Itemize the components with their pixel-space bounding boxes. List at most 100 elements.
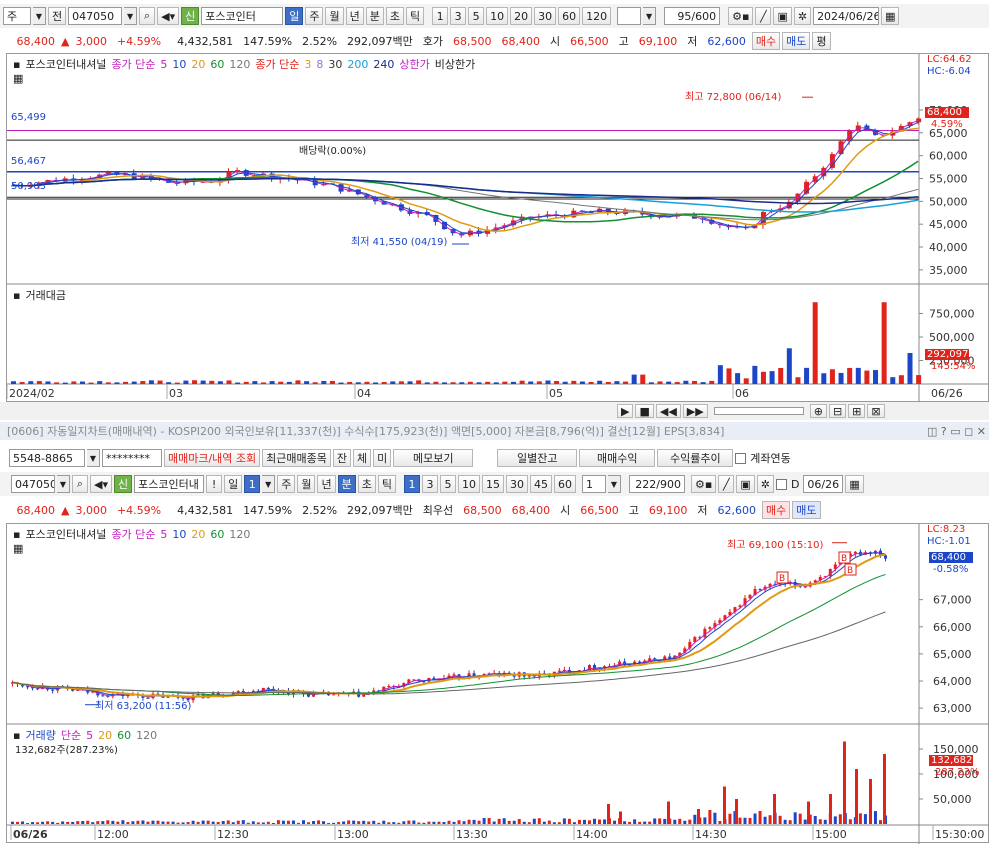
- legend-ma-title[interactable]: 종가 단순: [111, 526, 155, 542]
- legend-stock-name[interactable]: 포스코인터내셔널: [25, 526, 106, 542]
- password-input[interactable]: ********: [102, 449, 162, 467]
- interval-3[interactable]: 3: [421, 475, 438, 493]
- chart-tools-icon[interactable]: ⚙▪: [728, 7, 754, 25]
- stop-icon[interactable]: ■: [635, 404, 654, 418]
- interval-60[interactable]: 60: [558, 7, 581, 25]
- rewind-icon[interactable]: ◀◀: [655, 404, 681, 418]
- balance-button[interactable]: 잔: [332, 449, 352, 467]
- count-input[interactable]: 95/600: [664, 7, 721, 25]
- filled-button[interactable]: 체: [353, 449, 372, 467]
- forward-icon[interactable]: ▶▶: [682, 404, 708, 418]
- chevron-down-icon[interactable]: ▼: [33, 7, 46, 25]
- interval-15[interactable]: 15: [481, 475, 504, 493]
- search-icon[interactable]: ⌕: [139, 7, 156, 25]
- grid-toggle-icon[interactable]: ▦: [13, 72, 23, 85]
- trade-mark-query-button[interactable]: 매매마크/내역 조회: [164, 449, 261, 467]
- legend-ma2-240[interactable]: 240: [373, 58, 394, 71]
- volume-ma-5[interactable]: 5: [86, 729, 93, 742]
- chevron-down-icon[interactable]: ▼: [124, 7, 138, 25]
- gear-icon[interactable]: ✲: [793, 7, 812, 25]
- period-second[interactable]: 초: [385, 7, 404, 25]
- zoom-slider[interactable]: [713, 407, 804, 415]
- volume-ma-20[interactable]: 20: [98, 729, 112, 742]
- legend-ma-120[interactable]: 120: [229, 528, 250, 541]
- daily-chart-pane[interactable]: 70,00065,00060,00055,00050,00045,00040,0…: [6, 53, 989, 403]
- period-tick[interactable]: 틱: [405, 7, 425, 25]
- interval-3[interactable]: 3: [450, 7, 467, 25]
- line-tool-icon[interactable]: ╱: [718, 475, 735, 493]
- chevron-down-icon[interactable]: ▼: [262, 475, 276, 493]
- period-year[interactable]: 년: [345, 7, 364, 25]
- legend-ma2-3[interactable]: 3: [304, 58, 311, 71]
- legend-ma-5[interactable]: 5: [160, 528, 167, 541]
- period-month[interactable]: 월: [297, 475, 316, 493]
- date-input[interactable]: 06/26: [803, 475, 844, 493]
- legend-ma-10[interactable]: 10: [172, 58, 186, 71]
- window-icons[interactable]: ◫ ? ▭ ◻ ✕: [927, 425, 986, 438]
- chart-tools-icon[interactable]: ⚙▪: [690, 475, 717, 493]
- legend-ma-title[interactable]: 종가 단순: [111, 56, 155, 72]
- calendar-icon[interactable]: ▦: [845, 475, 864, 493]
- speaker-icon[interactable]: ◀▾: [157, 7, 180, 25]
- interval-120[interactable]: 120: [582, 7, 612, 25]
- prev-button[interactable]: 전: [48, 7, 67, 25]
- unfilled-button[interactable]: 미: [373, 449, 392, 467]
- minute-chart-pane[interactable]: 67,000 66,000 65,000 64,000 63,000 B B B 150,000…: [6, 523, 989, 844]
- search-icon[interactable]: ⌕: [72, 475, 88, 493]
- chart-type-select[interactable]: 주: [3, 7, 31, 25]
- period-tick[interactable]: 틱: [377, 475, 396, 493]
- grid-toggle-icon[interactable]: ▦: [13, 542, 23, 555]
- legend-ma-60[interactable]: 60: [210, 528, 224, 541]
- day-count-select[interactable]: 1: [244, 475, 261, 493]
- account-link-checkbox[interactable]: [735, 452, 747, 464]
- legend-stock-name[interactable]: 포스코인터내셔널: [25, 56, 106, 72]
- legend-lower-limit[interactable]: 비상한가: [435, 56, 475, 72]
- buy-button[interactable]: 매수: [751, 32, 781, 50]
- stock-name-field[interactable]: 포스코인터내: [134, 475, 205, 493]
- period-minute[interactable]: 분: [337, 475, 356, 493]
- legend-ma2-8[interactable]: 8: [316, 58, 323, 71]
- interval-30[interactable]: 30: [534, 7, 557, 25]
- legend-ma-120[interactable]: 120: [229, 58, 250, 71]
- sell-button[interactable]: 매도: [792, 501, 821, 519]
- return-trend-button[interactable]: 수익률추이: [657, 449, 734, 467]
- tool-icon[interactable]: ⊞: [848, 404, 866, 418]
- custom-interval-input[interactable]: 1: [581, 475, 606, 493]
- save-icon[interactable]: ▣: [736, 475, 755, 493]
- interval-30[interactable]: 30: [505, 475, 528, 493]
- sell-button[interactable]: 매도: [782, 32, 811, 50]
- tool-icon[interactable]: ⊠: [867, 404, 885, 418]
- calendar-icon[interactable]: ▦: [881, 7, 900, 25]
- period-week[interactable]: 주: [277, 475, 296, 493]
- alert-button[interactable]: !: [206, 475, 223, 493]
- flat-button[interactable]: 평: [812, 32, 831, 50]
- interval-5[interactable]: 5: [468, 7, 485, 25]
- recent-trades-button[interactable]: 최근매매종목: [262, 449, 331, 467]
- volume-ma-120[interactable]: 120: [136, 729, 157, 742]
- interval-10[interactable]: 10: [457, 475, 480, 493]
- period-week[interactable]: 주: [305, 7, 324, 25]
- interval-45[interactable]: 45: [529, 475, 552, 493]
- trade-profit-button[interactable]: 매매수익: [579, 449, 656, 467]
- legend-ma-5[interactable]: 5: [160, 58, 167, 71]
- gear-icon[interactable]: ✲: [756, 475, 774, 493]
- daily-chart-svg[interactable]: 70,00065,00060,00055,00050,00045,00040,0…: [7, 54, 989, 403]
- interval-1[interactable]: 1: [403, 475, 420, 493]
- tool-icon[interactable]: ⊕: [809, 404, 827, 418]
- stock-code-input[interactable]: 047050: [11, 475, 55, 493]
- date-input[interactable]: 2024/06/26: [813, 7, 880, 25]
- chevron-down-icon[interactable]: ▼: [607, 475, 621, 493]
- minute-chart-svg[interactable]: 67,00066,00065,00064,00063,000BBB150,000…: [7, 524, 989, 844]
- legend-ma-20[interactable]: 20: [191, 58, 205, 71]
- period-day[interactable]: 일: [224, 475, 243, 493]
- chevron-down-icon[interactable]: ▼: [57, 475, 70, 493]
- period-minute[interactable]: 분: [365, 7, 384, 25]
- chevron-down-icon[interactable]: ▼: [643, 7, 657, 25]
- legend-ma2-200[interactable]: 200: [347, 58, 368, 71]
- legend-ma2-title[interactable]: 종가 단순: [255, 56, 299, 72]
- legend-upper-limit[interactable]: 상한가: [399, 56, 429, 72]
- tool-icon[interactable]: ⊟: [828, 404, 847, 418]
- stock-name-field[interactable]: 포스코인터: [201, 7, 284, 25]
- custom-interval-input[interactable]: [617, 7, 642, 25]
- scroll-right-icon[interactable]: ▶: [617, 404, 634, 418]
